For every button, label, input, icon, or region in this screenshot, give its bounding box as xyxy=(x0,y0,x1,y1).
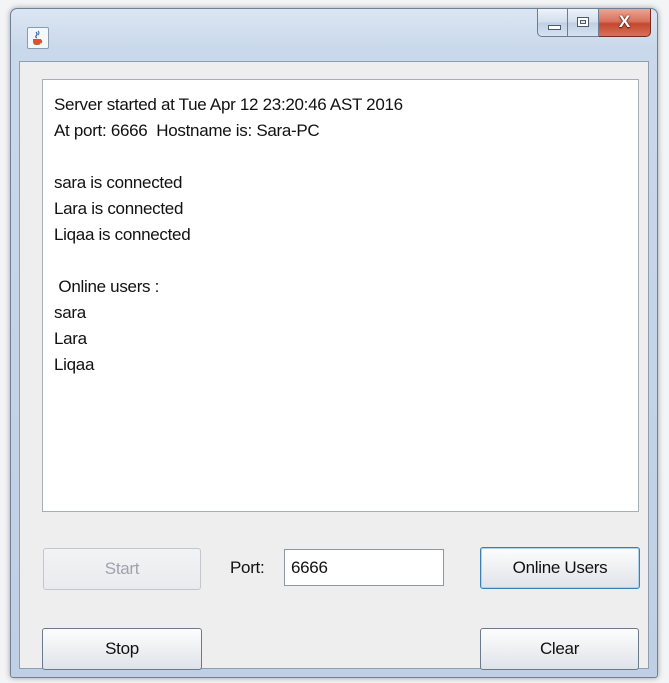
maximize-icon xyxy=(577,17,589,27)
start-button[interactable]: Start xyxy=(43,548,201,590)
minimize-icon xyxy=(548,25,561,30)
close-icon: X xyxy=(618,12,631,31)
online-users-button[interactable]: Online Users xyxy=(480,547,640,589)
stop-button[interactable]: Stop xyxy=(42,628,202,670)
log-line: sara is connected xyxy=(54,173,183,192)
log-line: Liqaa is connected xyxy=(54,225,191,244)
log-line: Online users : xyxy=(54,277,160,296)
maximize-button[interactable] xyxy=(568,9,599,37)
minimize-button[interactable] xyxy=(537,9,568,37)
caption-buttons: X xyxy=(537,9,651,37)
log-line: Server started at Tue Apr 12 23:20:46 AS… xyxy=(54,95,403,114)
log-line: sara xyxy=(54,303,86,322)
log-line: Lara xyxy=(54,329,87,348)
log-text-area[interactable]: Server started at Tue Apr 12 23:20:46 AS… xyxy=(42,79,639,512)
server-window: X Server started at Tue Apr 12 23:20:46 … xyxy=(10,8,658,678)
log-line: Lara is connected xyxy=(54,199,184,218)
clear-button[interactable]: Clear xyxy=(480,628,639,670)
port-input[interactable] xyxy=(284,549,444,586)
log-line: Liqaa xyxy=(54,355,95,374)
port-label: Port: xyxy=(230,558,265,577)
java-cup-icon xyxy=(27,27,49,49)
close-button[interactable]: X xyxy=(599,9,651,37)
client-area: Server started at Tue Apr 12 23:20:46 AS… xyxy=(19,61,649,670)
log-line: At port: 6666 Hostname is: Sara-PC xyxy=(54,121,320,140)
title-bar[interactable]: X xyxy=(11,9,657,61)
